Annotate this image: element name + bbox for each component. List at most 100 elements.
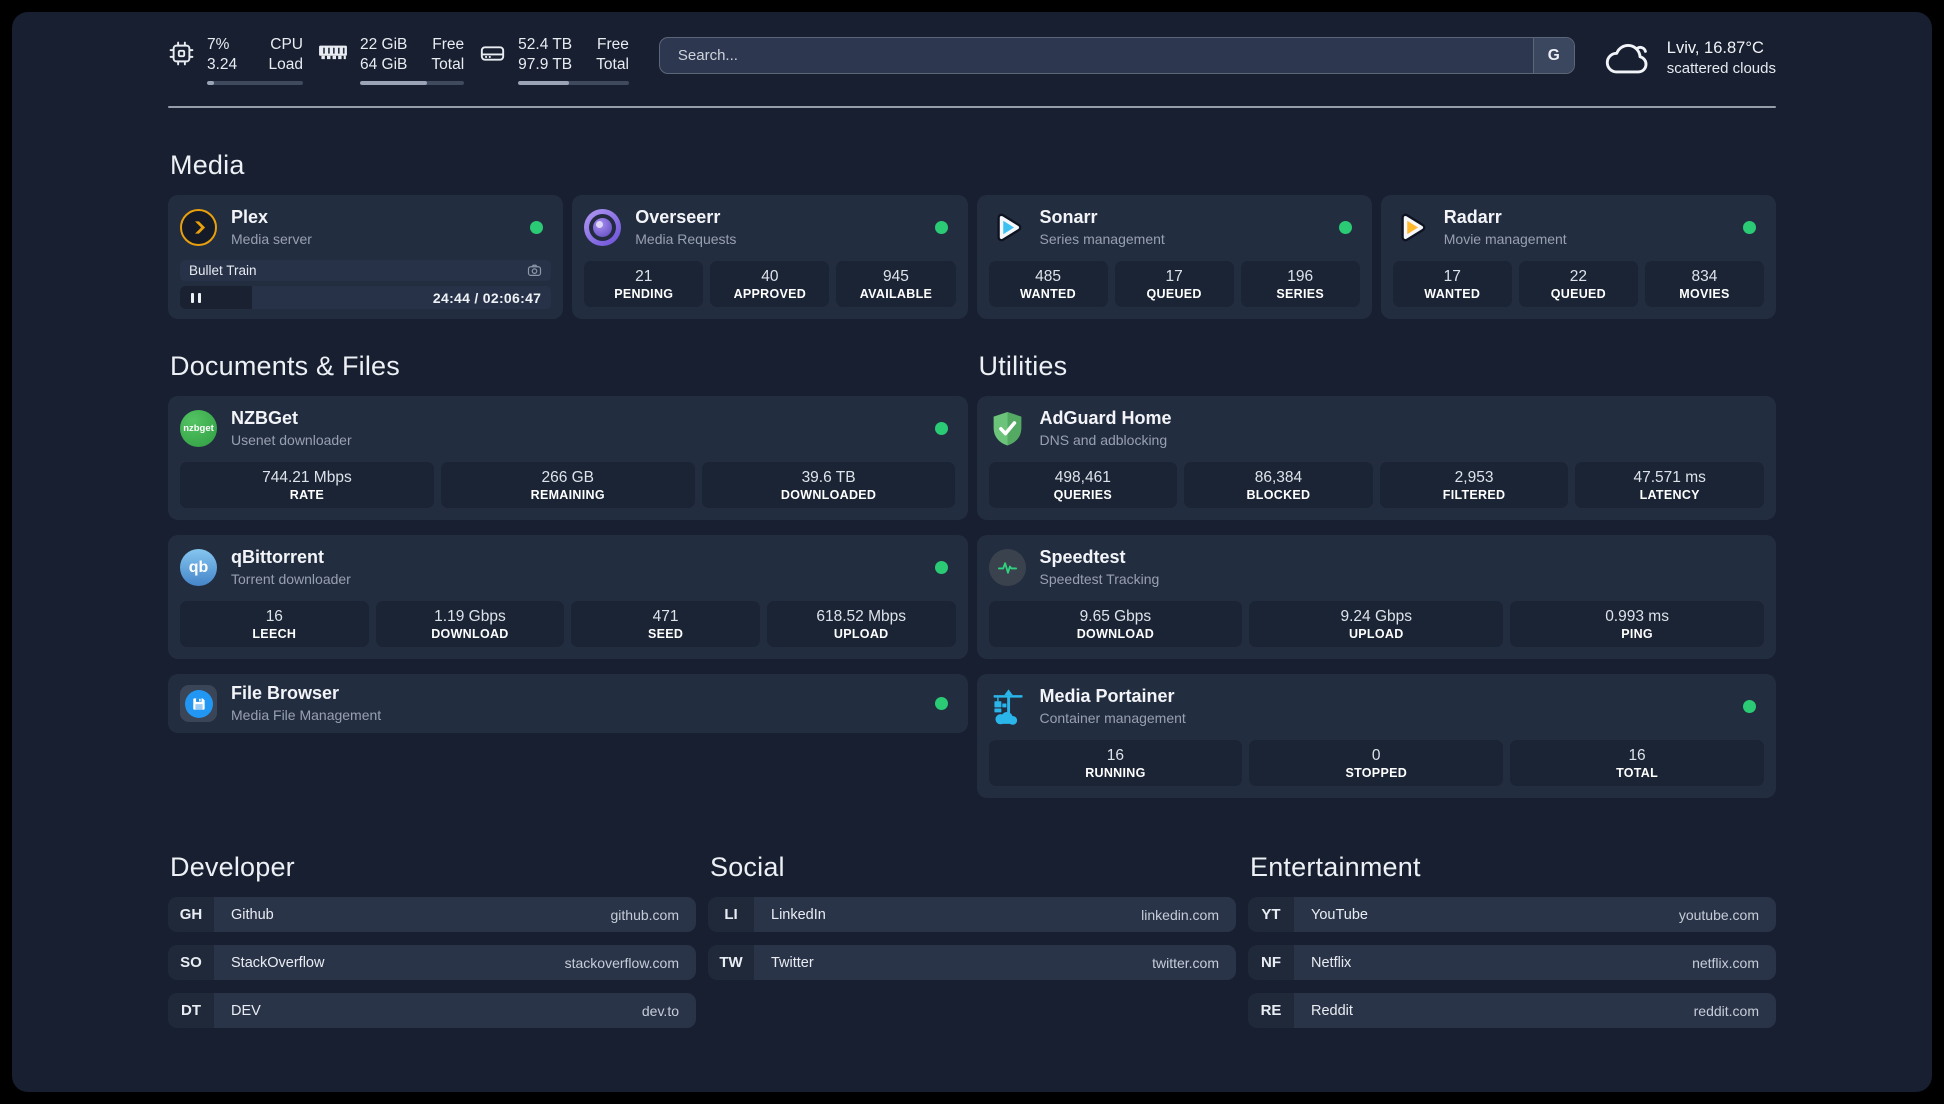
- stat-box: 485 WANTED: [988, 261, 1108, 308]
- app-name: Radarr: [1443, 207, 1502, 228]
- section-utilities: Utilities AdGuard Home DNS and adblockin…: [976, 349, 1776, 799]
- app-description: Media Requests: [635, 231, 737, 248]
- app-card-radarr[interactable]: Radarr Movie management 17 WANTED 22 QUE…: [1380, 195, 1776, 320]
- bookmark-abbr: NF: [1248, 945, 1294, 981]
- stats-row: 485 WANTED 17 QUEUED 196 SERIES: [988, 261, 1360, 308]
- app-titles: AdGuard Home DNS and adblocking: [1040, 408, 1172, 449]
- stat-label: APPROVED: [733, 286, 807, 301]
- stat-label: DOWNLOAD: [1076, 626, 1155, 641]
- app-description: Movie management: [1443, 231, 1567, 248]
- bookmark-url: github.com: [610, 906, 679, 923]
- bookmark-twitter[interactable]: TW Twitter twitter.com: [708, 945, 1236, 981]
- bookmark-abbr: RE: [1248, 993, 1294, 1029]
- stats-row: 744.21 Mbps RATE 266 GB REMAINING 39.6 T…: [180, 462, 956, 509]
- bookmark-reddit[interactable]: RE Reddit reddit.com: [1248, 993, 1776, 1029]
- stat-box: 9.24 Gbps UPLOAD: [1249, 601, 1504, 648]
- status-online-dot: [934, 221, 948, 235]
- stat-box: 196 SERIES: [1240, 261, 1360, 308]
- section-documents-files: Documents & Files nzbget NZBGet Usenet d…: [168, 349, 968, 734]
- search-input[interactable]: [659, 38, 1533, 73]
- overseerr-logo-icon: [584, 209, 622, 247]
- stat-value: 834: [1691, 267, 1718, 285]
- stat-value: 0.993 ms: [1605, 607, 1669, 625]
- app-card-qbittorrent[interactable]: qb qBittorrent Torrent downloader 16 LEE…: [168, 535, 968, 660]
- stat-value: 21: [635, 267, 653, 285]
- stat-label: REMAINING: [530, 487, 605, 502]
- bookmark-name: LinkedIn: [771, 906, 826, 923]
- bookmark-stackoverflow[interactable]: SO StackOverflow stackoverflow.com: [168, 945, 696, 981]
- app-card-nzbget[interactable]: nzbget NZBGet Usenet downloader 744.21 M…: [168, 396, 968, 521]
- app-name: Plex: [231, 207, 269, 228]
- app-card-plex[interactable]: Plex Media server Bullet Train 24:44 / 0…: [168, 195, 564, 320]
- bookmark-github[interactable]: GH Github github.com: [168, 897, 696, 933]
- stat-value: 9.65 Gbps: [1079, 607, 1152, 625]
- app-card-adguard-home[interactable]: AdGuard Home DNS and adblocking 498,461 …: [976, 396, 1776, 521]
- app-titles: Media Portainer Container management: [1040, 686, 1186, 727]
- stat-value: 744.21 Mbps: [262, 468, 352, 486]
- stat-label: UPLOAD: [833, 626, 889, 641]
- stat-label: MOVIES: [1679, 286, 1730, 301]
- cpu-load-label: Load: [268, 56, 303, 74]
- disk-stat-body: 52.4 TB 97.9 TB Free Total: [518, 35, 629, 86]
- bookmark-main: Github github.com: [214, 897, 696, 933]
- playback-time: 24:44 / 02:06:47: [432, 289, 542, 306]
- app-card-media-portainer[interactable]: Media Portainer Container management 16 …: [976, 674, 1776, 799]
- stat-label: SEED: [647, 626, 684, 641]
- stats-row: 9.65 Gbps DOWNLOAD 9.24 Gbps UPLOAD 0.99…: [988, 601, 1765, 648]
- stat-box: 834 MOVIES: [1644, 261, 1764, 308]
- search-bar: G: [658, 37, 1575, 74]
- app-card-file-browser[interactable]: File Browser Media File Management: [168, 674, 968, 734]
- stat-label: LEECH: [252, 626, 297, 641]
- radarr-logo-icon: [1393, 209, 1430, 246]
- bookmark-abbr: TW: [708, 945, 754, 981]
- bookmark-url: reddit.com: [1693, 1002, 1759, 1019]
- stat-label: WANTED: [1020, 286, 1077, 301]
- app-titles: Radarr Movie management: [1444, 207, 1567, 248]
- stat-value: 945: [883, 267, 909, 285]
- stat-value: 47.571 ms: [1633, 468, 1706, 486]
- plex-logo-icon: [180, 209, 217, 247]
- stat-value: 266 GB: [541, 468, 595, 486]
- bookmark-abbr: YT: [1248, 897, 1294, 933]
- ram-stat-group: 22 GiB 64 GiB Free Total: [318, 35, 465, 86]
- now-playing-title: Bullet Train: [189, 263, 257, 279]
- status-online-dot: [1743, 700, 1756, 714]
- cpu-usage-label: CPU: [270, 36, 303, 53]
- bookmark-dev-to[interactable]: DT DEV dev.to: [168, 993, 696, 1029]
- stat-box: 16 LEECH: [180, 601, 369, 648]
- stat-label: RUNNING: [1085, 765, 1146, 780]
- qbittorrent-logo-text: qb: [188, 558, 209, 576]
- topbar-divider: [168, 106, 1776, 109]
- stat-value: 17: [1165, 267, 1183, 285]
- status-online-dot: [934, 561, 948, 575]
- app-card-sonarr[interactable]: Sonarr Series management 485 WANTED 17 Q…: [976, 195, 1372, 320]
- section-entertainment: Entertainment YT YouTube youtube.com NF …: [1248, 850, 1776, 1029]
- bookmark-netflix[interactable]: NF Netflix netflix.com: [1248, 945, 1776, 981]
- stat-box: 744.21 Mbps RATE: [180, 462, 434, 509]
- weather-location-temp: Lviv, 16.87°C: [1666, 39, 1764, 58]
- bookmark-main: Reddit reddit.com: [1294, 993, 1776, 1029]
- google-search-engine-button[interactable]: G: [1532, 38, 1574, 73]
- disk-total-label: Total: [596, 56, 629, 74]
- bookmark-youtube[interactable]: YT YouTube youtube.com: [1248, 897, 1776, 933]
- bookmark-main: Twitter twitter.com: [754, 945, 1236, 981]
- bookmark-linkedin[interactable]: LI LinkedIn linkedin.com: [708, 897, 1236, 933]
- section-title-documents-files: Documents & Files: [170, 351, 400, 382]
- top-bar: 7% 3.24 CPU Load 22 GiB 64 GiB Free Tota…: [168, 12, 1776, 86]
- app-name: AdGuard Home: [1039, 408, 1172, 429]
- bookmark-name: YouTube: [1311, 906, 1368, 923]
- portainer-crane-icon: [989, 688, 1026, 726]
- stat-box: 16 TOTAL: [1510, 740, 1764, 787]
- stat-box: 498,461 QUERIES: [988, 462, 1178, 509]
- stat-value: 39.6 TB: [801, 468, 856, 486]
- stat-box: 471 SEED: [571, 601, 760, 648]
- stat-box: 618.52 Mbps UPLOAD: [766, 601, 956, 648]
- app-card-speedtest[interactable]: Speedtest Speedtest Tracking 9.65 Gbps D…: [976, 535, 1776, 660]
- cpu-stat-group: 7% 3.24 CPU Load: [168, 35, 303, 86]
- stat-label: FILTERED: [1442, 487, 1506, 502]
- app-card-overseerr[interactable]: Overseerr Media Requests 21 PENDING 40 A…: [572, 195, 968, 320]
- bookmark-main: Netflix netflix.com: [1294, 945, 1776, 981]
- pause-button[interactable]: [180, 292, 201, 303]
- stat-label: SERIES: [1276, 286, 1325, 301]
- stats-row: 17 WANTED 22 QUEUED 834 MOVIES: [1392, 261, 1764, 308]
